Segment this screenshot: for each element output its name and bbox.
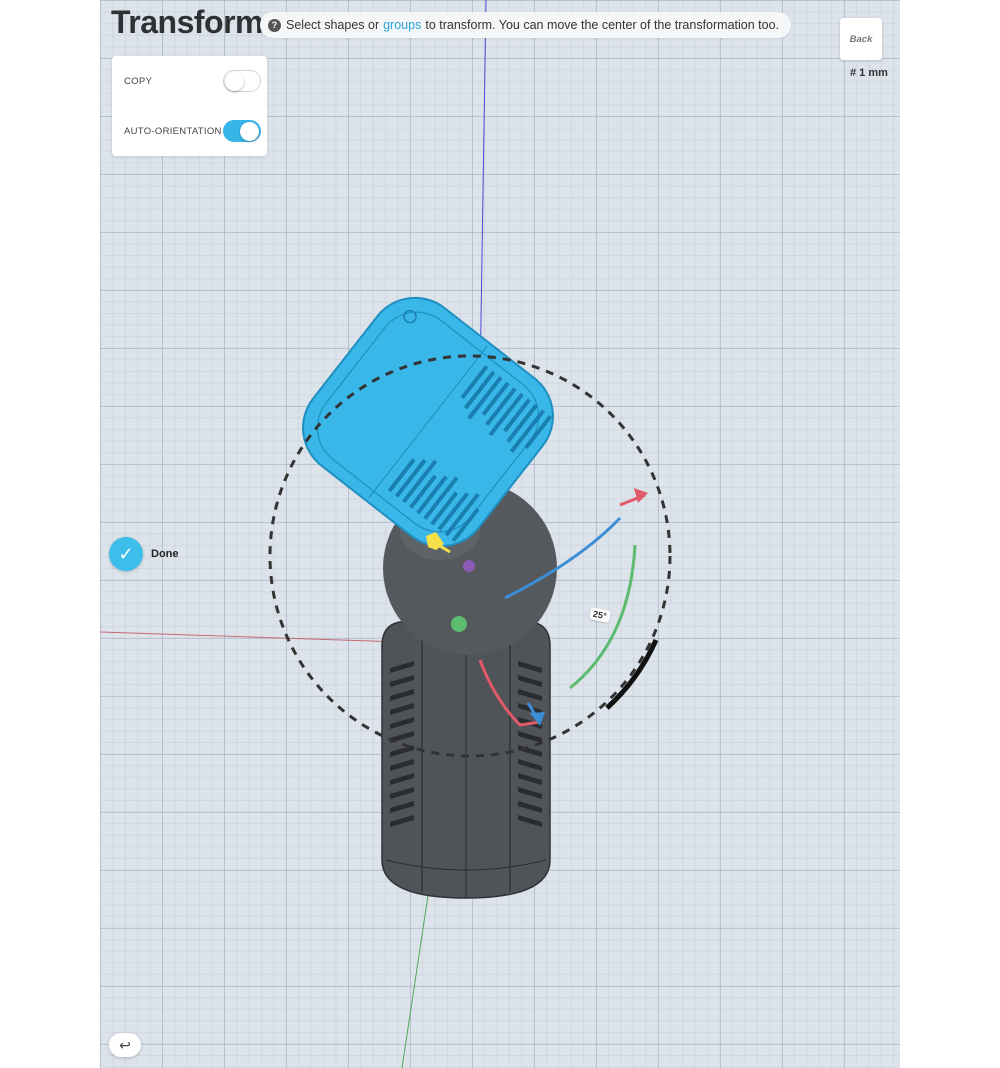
- auto-orientation-toggle[interactable]: [223, 120, 261, 142]
- transform-options-panel: COPY AUTO-ORIENTATION: [112, 56, 267, 156]
- scene-canvas[interactable]: [100, 0, 900, 1068]
- red-arrow-head: [634, 488, 648, 503]
- done-label: Done: [151, 548, 179, 560]
- green-handle: [451, 616, 467, 632]
- checkmark-icon: ✓: [109, 537, 143, 571]
- question-icon: ?: [268, 18, 281, 32]
- auto-orientation-option: AUTO-ORIENTATION: [124, 118, 261, 144]
- undo-icon: ↩: [119, 1036, 131, 1053]
- copy-option: COPY: [124, 68, 261, 94]
- undo-button[interactable]: ↩: [109, 1033, 141, 1057]
- done-button[interactable]: ✓ Done: [109, 537, 179, 571]
- cylinder-body: [381, 621, 551, 899]
- purple-handle: [463, 560, 475, 572]
- hint-text-after: to transform. You can move the center of…: [425, 18, 780, 32]
- x-axis-line: [100, 631, 401, 643]
- 3d-viewport[interactable]: Transform ? Select shapes or groups to t…: [100, 0, 900, 1068]
- groups-link[interactable]: groups: [383, 18, 421, 32]
- grid-scale: # 1 mm: [850, 67, 888, 79]
- hint-bar: ? Select shapes or groups to transform. …: [260, 12, 792, 38]
- hint-text-before: Select shapes or: [286, 18, 380, 32]
- page-title: Transform: [111, 4, 263, 40]
- auto-orientation-label: AUTO-ORIENTATION: [124, 125, 222, 137]
- view-cube-label: Back: [849, 33, 873, 45]
- view-cube[interactable]: Back: [840, 18, 882, 60]
- copy-toggle[interactable]: [223, 70, 261, 92]
- copy-label: COPY: [124, 75, 153, 87]
